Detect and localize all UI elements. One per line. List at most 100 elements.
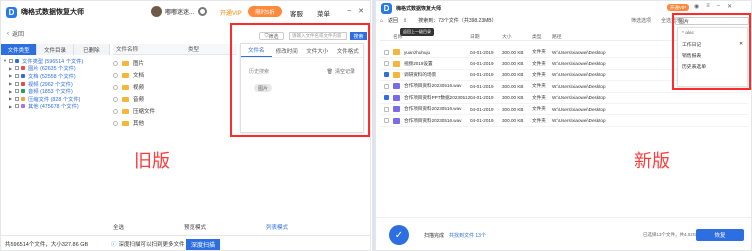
scan-count: 共找到文件 13个 [449, 233, 486, 239]
left-tabs: 文件类型 文件目录 已删除 [1, 44, 110, 55]
menu-icon[interactable]: ≡ [706, 3, 710, 10]
tab-deleted[interactable]: 已删除 [73, 44, 110, 55]
row-checkbox[interactable] [113, 84, 118, 90]
avatar[interactable] [151, 6, 162, 17]
discount-badge[interactable]: 限时5折 [248, 6, 282, 17]
table-row[interactable]: 合作项目资料20230516.wav 04-01-2019 300.00 KB 文件夹… [380, 115, 748, 127]
file-row[interactable]: 视频 [113, 81, 155, 93]
deep-scan-button[interactable]: 深度扫描 [186, 239, 220, 250]
back-label[interactable]: 返回 [388, 17, 398, 24]
audio-file-icon [393, 94, 400, 101]
row-checkbox[interactable] [113, 96, 118, 102]
old-version-panel: D 嗨格式数据恢复大师 嘟嘟迷迷... 开通VIP 限时5折 客服 菜单 – ✕… [0, 0, 371, 251]
minimize-icon[interactable]: – [717, 3, 720, 10]
recover-button[interactable]: 恢复 [696, 229, 744, 241]
file-name: 音频 [133, 97, 145, 103]
file-path: W:\Users\xiaowei\Desktop [552, 83, 606, 89]
file-row[interactable]: 文档 [113, 69, 155, 81]
home-icon[interactable]: ⌂ [380, 18, 383, 24]
col-name[interactable]: 文件名称 [116, 45, 138, 53]
minimize-icon[interactable]: – [347, 7, 351, 15]
file-date: 04-01-2019 [470, 106, 494, 112]
tree-item[interactable]: ▶ 其他 (475678 个文件) [3, 103, 110, 111]
close-icon[interactable]: ✕ [727, 3, 732, 10]
file-name: 合作项目资料PPT数据20230512... [404, 94, 470, 100]
folder-icon [393, 60, 400, 67]
back-link[interactable]: ‹ 返回 [7, 29, 25, 39]
tree-checkbox[interactable] [9, 58, 13, 63]
row-checkbox[interactable] [113, 120, 118, 126]
file-name: 文档 [133, 73, 145, 79]
tab-file-dir[interactable]: 文件目录 [37, 44, 74, 55]
filter-options-button[interactable]: 筛选选项 [631, 17, 651, 24]
file-path: W:\Users\xiaowei\Desktop [552, 118, 606, 124]
gear-icon[interactable] [198, 7, 207, 16]
user-icon[interactable]: ◉ [694, 3, 699, 10]
file-tree: ▼ 文件类型 (596514 个文件) ▶ 图片 (62635 个文件) ▶ 文档 (… [3, 57, 110, 110]
row-checkbox[interactable] [384, 61, 389, 67]
tree-checkbox[interactable] [15, 73, 19, 78]
col-type[interactable]: 类型 [532, 33, 552, 40]
row-checkbox[interactable] [113, 60, 118, 66]
col-size[interactable]: 大小 [502, 33, 532, 40]
check-icon: ✓ [389, 225, 409, 245]
row-checkbox[interactable] [384, 106, 389, 112]
file-type: 文件夹 [532, 117, 546, 123]
menu-service[interactable]: 客服 [290, 8, 303, 18]
category-icon [21, 89, 25, 94]
up-dir-icon[interactable]: ⇧ [403, 18, 407, 24]
list-mode-toggle[interactable]: 列表模式 [266, 223, 288, 231]
row-checkbox[interactable] [113, 72, 118, 78]
folder-icon [122, 96, 129, 102]
tree-checkbox[interactable] [15, 104, 19, 109]
row-checkbox[interactable] [384, 118, 389, 124]
select-all-checkbox[interactable]: 全选 [113, 223, 124, 231]
file-path: W:\Users\xiaowei\Desktop [552, 61, 606, 67]
col-date[interactable]: 日期 [470, 33, 502, 40]
file-size: 300.00 KB [502, 106, 524, 112]
category-icon [21, 96, 25, 101]
row-checkbox[interactable] [384, 95, 389, 101]
col-path[interactable]: 路径 [552, 33, 562, 40]
user-area[interactable]: 嘟嘟迷迷... [151, 6, 194, 17]
table-row[interactable]: 合作项目资料20230516.wav 04-01-2019 300.00 KB 文件夹… [380, 104, 748, 116]
file-row[interactable]: 压缩文件 [113, 105, 155, 117]
tree-checkbox[interactable] [15, 66, 19, 71]
tab-file-type[interactable]: 文件类型 [1, 44, 38, 55]
comparison-canvas: { "left": { "app_title": "嗨格式数据恢复大师", "u… [0, 0, 752, 251]
right-app-title: 嗨格式数据恢复大师 [396, 5, 442, 12]
file-type: 文件夹 [532, 83, 546, 89]
file-date: 04-01-2019 [470, 83, 494, 89]
old-version-label: 旧版 [134, 151, 170, 172]
file-path: W:\Users\xiaowei\Desktop [552, 49, 606, 55]
back-label: 返回 [12, 32, 25, 38]
col-type[interactable]: 类型 [188, 45, 199, 53]
preview-mode-toggle[interactable]: 预览模式 [184, 223, 206, 231]
menu-main[interactable]: 菜单 [317, 8, 330, 18]
vip-badge[interactable]: 开通VIP [667, 4, 689, 11]
tree-checkbox[interactable] [15, 96, 19, 101]
file-type: 文件夹 [532, 60, 546, 66]
row-checkbox[interactable] [384, 49, 389, 55]
file-row[interactable]: 其他 [113, 117, 155, 129]
row-checkbox[interactable] [384, 83, 389, 89]
row-checkbox[interactable] [113, 108, 118, 114]
folder-icon [15, 58, 19, 63]
table-row[interactable]: 合作项目资料PPT数据20230512... 04-01-2019 300.00 K… [380, 93, 748, 104]
file-row[interactable]: 音频 [113, 93, 155, 105]
app-logo-icon: D [381, 2, 392, 14]
file-path: W:\Users\xiaowei\Desktop [552, 106, 606, 112]
file-size: 300.00 KB [502, 118, 524, 124]
tree-checkbox[interactable] [15, 89, 19, 94]
vip-link[interactable]: 开通VIP [220, 8, 242, 17]
file-type: 文件夹 [532, 49, 546, 55]
row-checkbox[interactable] [384, 72, 389, 78]
file-size: 300.00 KB [502, 72, 524, 78]
file-row[interactable]: 图片 [113, 57, 155, 69]
search-summary: 搜索到：73个文件（共398.23MB） [418, 18, 497, 24]
top-menu: 客服 菜单 [290, 8, 330, 18]
close-icon[interactable]: ✕ [358, 7, 364, 15]
col-name[interactable]: 名称 [393, 33, 470, 40]
tree-checkbox[interactable] [15, 81, 19, 86]
highlight-box-new [672, 13, 751, 90]
